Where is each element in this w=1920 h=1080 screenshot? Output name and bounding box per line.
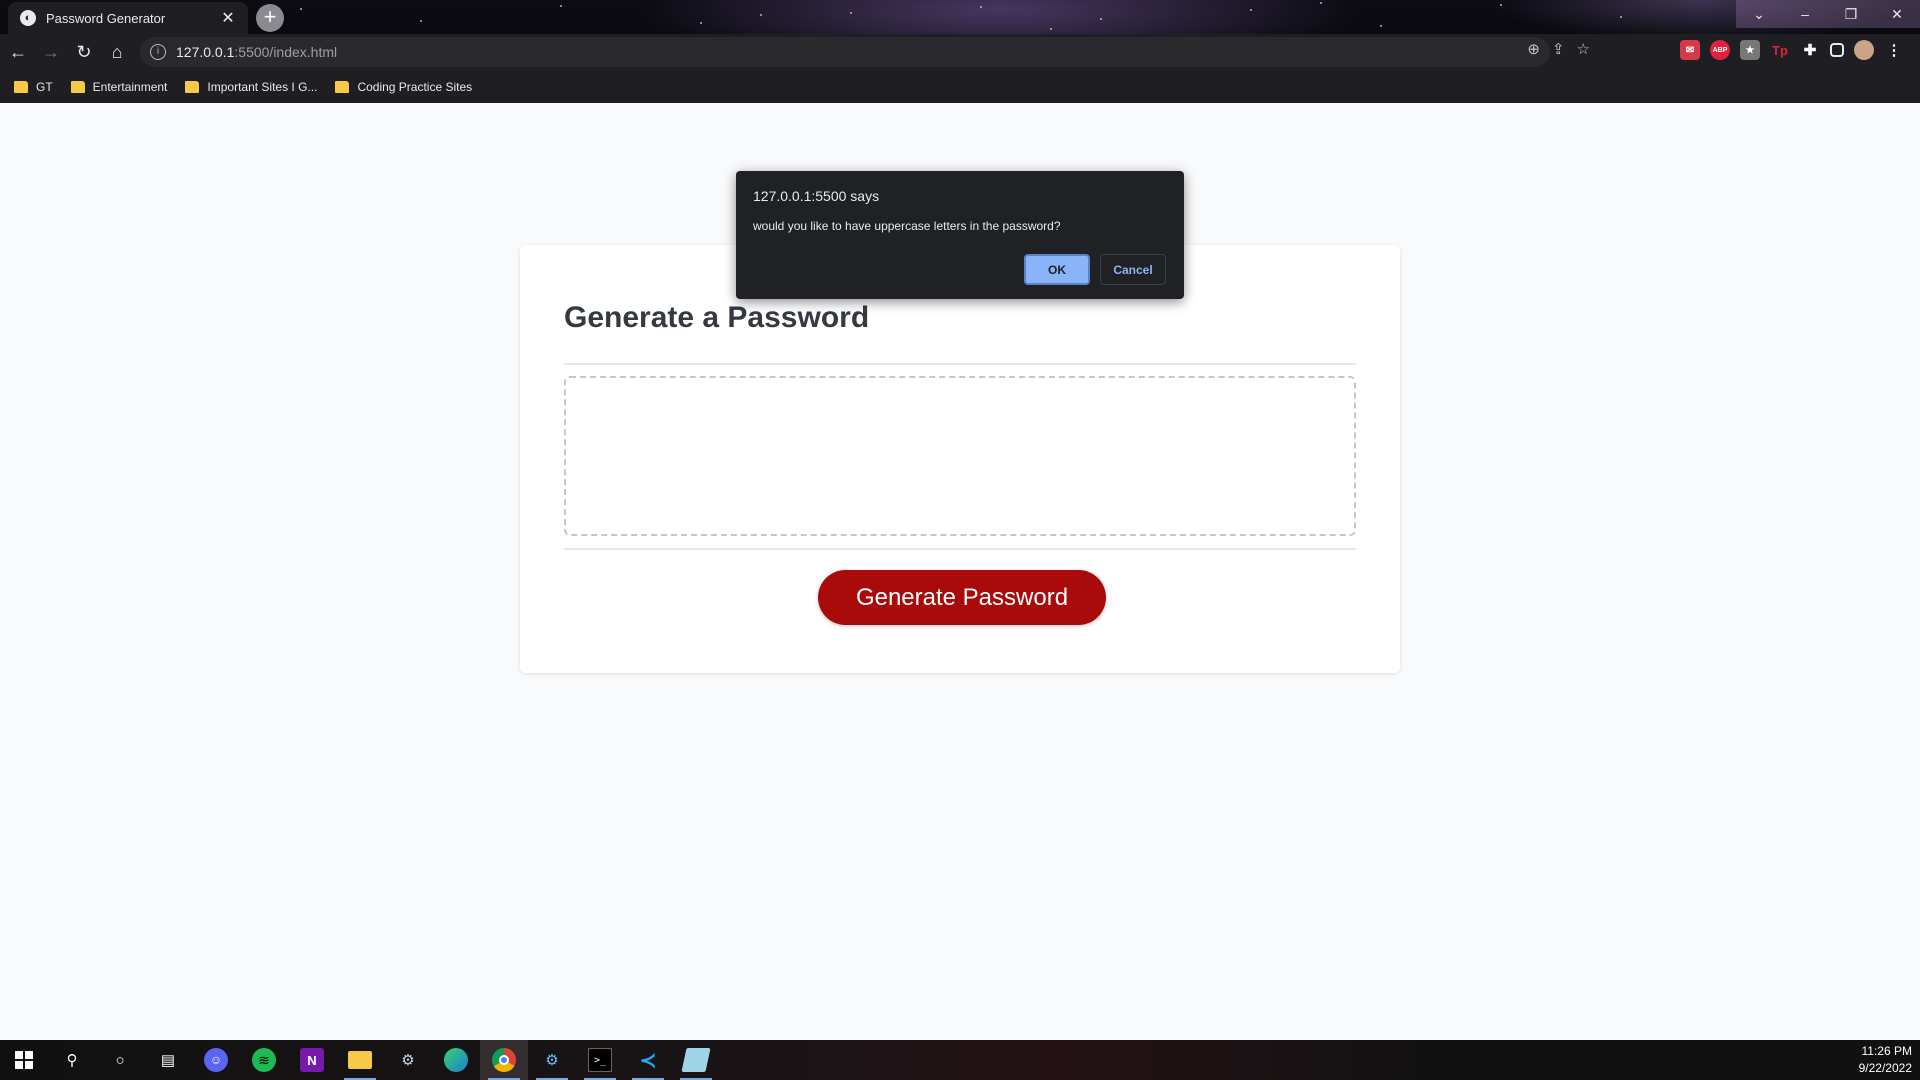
url-host: 127.0.0.1 — [176, 44, 235, 60]
chrome-icon — [492, 1048, 516, 1072]
edge-icon — [444, 1048, 468, 1072]
forward-arrow-icon[interactable]: → — [36, 37, 66, 67]
site-info-icon[interactable]: i — [150, 44, 166, 60]
restore-button[interactable]: ❐ — [1828, 0, 1874, 28]
bookmark-folder-entertainment[interactable]: Entertainment — [70, 79, 168, 94]
taskbar-app-file-explorer[interactable] — [336, 1040, 384, 1080]
omnibox-actions: ⊕ ⇪ ☆ — [1527, 40, 1590, 58]
more-menu-icon[interactable]: ⋮ — [1884, 40, 1904, 60]
tab-title: Password Generator — [46, 10, 166, 26]
windows-logo-icon — [12, 1048, 36, 1072]
bookmark-label: GT — [36, 79, 53, 94]
steam-icon: ⚙ — [545, 1052, 559, 1069]
taskbar-app-terminal[interactable]: >_ — [576, 1040, 624, 1080]
cancel-button[interactable]: Cancel — [1100, 254, 1166, 285]
folder-icon — [185, 80, 200, 93]
tp-extension-icon[interactable]: Tp — [1770, 40, 1790, 60]
puzzle-extensions-icon[interactable]: ✚ — [1800, 40, 1820, 60]
minimize-button[interactable]: – — [1782, 0, 1828, 28]
taskbar-app-steam-2[interactable]: ⚙ — [528, 1040, 576, 1080]
task-view-icon: ▤ — [160, 1052, 176, 1069]
bookmark-star-icon[interactable]: ☆ — [1577, 40, 1590, 58]
profile-avatar[interactable] — [1854, 40, 1874, 60]
folder-icon — [14, 80, 28, 93]
home-icon[interactable]: ⌂ — [102, 37, 132, 67]
spotify-icon: ≋ — [252, 1048, 276, 1072]
ok-button[interactable]: OK — [1024, 254, 1090, 285]
taskbar-app-edge[interactable] — [432, 1040, 480, 1080]
reload-icon[interactable]: ↻ — [69, 37, 99, 67]
terminal-icon: >_ — [588, 1048, 612, 1072]
taskbar-app-spotify[interactable]: ≋ — [240, 1040, 288, 1080]
task-view-button[interactable]: ▤ — [144, 1040, 192, 1080]
folder-icon — [335, 80, 350, 93]
taskbar-app-steam[interactable]: ⚙ — [384, 1040, 432, 1080]
bookmark-folder-important-sites[interactable]: Important Sites I G... — [185, 80, 317, 94]
search-icon: ⚲ — [66, 1052, 78, 1069]
generate-password-button[interactable]: Generate Password — [818, 570, 1106, 625]
taskbar-app-onenote[interactable]: N — [288, 1040, 336, 1080]
tab-close-icon[interactable]: ✕ — [220, 8, 236, 28]
new-tab-button[interactable]: + — [256, 4, 284, 32]
generator-card: Generate a Password Generate Password — [520, 245, 1400, 673]
discord-icon: ☺ — [204, 1048, 228, 1072]
folder-icon — [348, 1051, 372, 1069]
password-output[interactable] — [564, 376, 1356, 536]
page-content: Generate a Password Generate Password 12… — [0, 103, 1920, 1040]
back-arrow-icon[interactable]: ← — [3, 37, 33, 67]
tab-favicon-icon: ◐ — [20, 10, 36, 26]
taskbar-app-chrome[interactable] — [480, 1040, 528, 1080]
header-divider — [564, 363, 1356, 365]
bookmarks-bar: GT Entertainment Important Sites I G... … — [0, 70, 1920, 103]
browser-tab-active[interactable]: ◐ Password Generator ✕ — [8, 2, 248, 34]
tab-search-icon[interactable]: ⌄ — [1736, 0, 1782, 28]
zoom-icon[interactable]: ⊕ — [1527, 40, 1540, 58]
browser-frame: ◐ Password Generator ✕ + ⌄ – ❐ ✕ ← → ↻ ⌂… — [0, 0, 1920, 103]
onenote-icon: N — [300, 1048, 324, 1072]
tab-strip: ◐ Password Generator ✕ + ⌄ – ❐ ✕ — [0, 0, 1920, 34]
folder-icon — [70, 80, 85, 93]
vscode-icon: ≺ — [639, 1049, 657, 1072]
steam-icon: ⚙ — [401, 1052, 415, 1069]
cortana-button[interactable]: ○ — [96, 1040, 144, 1080]
taskbar-app-notepad[interactable] — [672, 1040, 720, 1080]
notepad-icon — [681, 1048, 711, 1072]
window-controls: ⌄ – ❐ ✕ — [1736, 0, 1920, 28]
bookmark-label: Coding Practice Sites — [357, 79, 473, 94]
alert-dialog: 127.0.0.1:5500 says would you like to ha… — [736, 171, 1184, 299]
extensions-area: ✉ ABP ★ Tp ✚ ⋮ — [1680, 40, 1904, 60]
bookmark-label: Important Sites I G... — [207, 79, 318, 94]
extension-icon[interactable]: ✉ — [1680, 40, 1700, 60]
page-title: Generate a Password — [564, 301, 870, 334]
side-panel-icon[interactable] — [1830, 43, 1844, 57]
system-clock[interactable]: 11:26 PM 9/22/2022 — [1859, 1043, 1912, 1077]
clock-time: 11:26 PM — [1861, 1044, 1912, 1058]
taskbar-search-button[interactable]: ⚲ — [48, 1040, 96, 1080]
close-window-button[interactable]: ✕ — [1874, 0, 1920, 28]
footer-divider — [564, 548, 1356, 550]
cortana-icon: ○ — [115, 1051, 125, 1069]
alert-origin: 127.0.0.1:5500 says — [753, 188, 880, 204]
bookmark-folder-gt[interactable]: GT — [14, 80, 53, 94]
clock-date: 9/22/2022 — [1858, 1061, 1912, 1075]
start-button[interactable] — [0, 1040, 48, 1080]
taskbar-app-vscode[interactable]: ≺ — [624, 1040, 672, 1080]
taskbar: ⚲ ○ ▤ ☺ ≋ N ⚙ ⚙ >_ ≺ 11:26 PM 9/22/2022 — [0, 1040, 1920, 1080]
share-icon[interactable]: ⇪ — [1552, 40, 1565, 58]
bookmark-label: Entertainment — [92, 79, 168, 94]
taskbar-app-discord[interactable]: ☺ — [192, 1040, 240, 1080]
adblock-extension-icon[interactable]: ABP — [1710, 40, 1730, 60]
alert-message: would you like to have uppercase letters… — [753, 219, 1061, 233]
url-path: :5500/index.html — [234, 44, 338, 60]
browser-toolbar: ← → ↻ ⌂ i 127.0.0.1:5500/index.html ⊕ ⇪ … — [0, 34, 1920, 70]
bookmark-folder-coding-practice[interactable]: Coding Practice Sites — [335, 80, 472, 94]
address-bar[interactable]: i 127.0.0.1:5500/index.html — [140, 37, 1550, 67]
extension-icon[interactable]: ★ — [1740, 40, 1760, 60]
